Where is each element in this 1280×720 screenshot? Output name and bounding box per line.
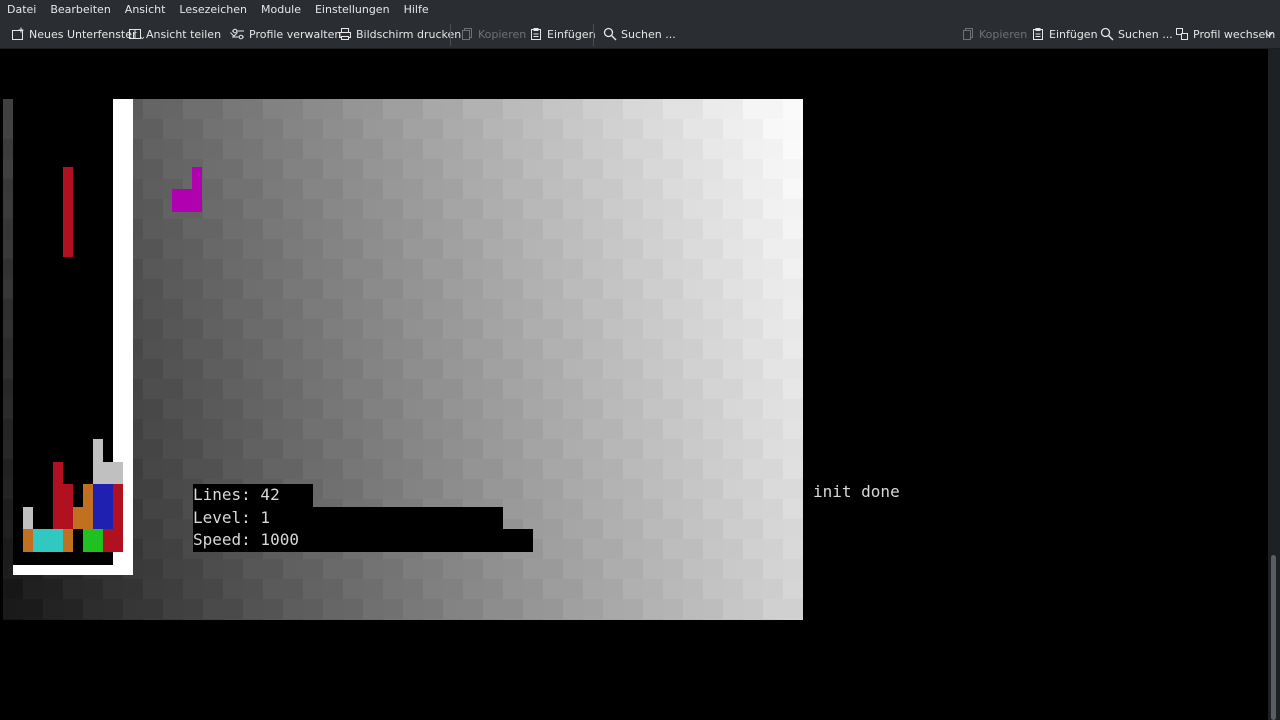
menu-ansicht[interactable]: Ansicht xyxy=(118,0,173,20)
manage-profiles-label: Profile verwalten xyxy=(249,27,342,41)
toolbar: Neues Unterfenster ⌄ Ansicht teilen Prof… xyxy=(0,20,1280,49)
scrollbar-thumb[interactable] xyxy=(1271,555,1276,720)
paste-button[interactable]: Einfügen xyxy=(529,24,596,44)
stacked-block xyxy=(83,529,103,552)
menu-einstellungen[interactable]: Einstellungen xyxy=(308,0,397,20)
new-tab-label: Neues Unterfenster xyxy=(29,27,137,41)
menu-lesezeichen[interactable]: Lesezeichen xyxy=(172,0,254,20)
speed-stat: Speed: 1000 xyxy=(193,529,533,553)
menu-bearbeiten[interactable]: Bearbeiten xyxy=(43,0,117,20)
menu-hilfe[interactable]: Hilfe xyxy=(397,0,436,20)
stacked-block xyxy=(53,484,73,507)
level-stat: Level: 1 xyxy=(193,506,503,530)
search-icon xyxy=(603,27,617,41)
stacked-block xyxy=(93,484,113,529)
menu-datei[interactable]: Datei xyxy=(0,0,43,20)
split-view-button[interactable]: Ansicht teilen xyxy=(128,24,239,44)
overflow-menu-button[interactable] xyxy=(1264,24,1274,44)
switch-profile-button[interactable]: Profil wechseln xyxy=(1175,24,1275,44)
stacked-block xyxy=(93,439,103,462)
print-screen-button[interactable]: Bildschirm drucken xyxy=(338,24,461,44)
stacked-block xyxy=(53,462,63,484)
new-tab-icon xyxy=(12,27,24,40)
print-screen-label: Bildschirm drucken xyxy=(356,27,462,41)
copy-button-right[interactable]: Kopieren xyxy=(961,24,1027,44)
new-tab-button[interactable]: Neues Unterfenster ⌄ xyxy=(11,24,146,44)
find-button-right[interactable]: Suchen ... xyxy=(1100,24,1173,44)
paste-button-right[interactable]: Einfügen xyxy=(1031,24,1098,44)
split-view-icon xyxy=(129,29,141,39)
search-icon xyxy=(1100,27,1114,41)
stacked-block xyxy=(83,484,93,507)
paste-icon xyxy=(1033,28,1043,40)
toolbar-separator xyxy=(450,24,451,46)
copy-label: Kopieren xyxy=(979,27,1028,41)
stacked-block xyxy=(93,462,123,484)
stacked-block xyxy=(53,507,73,529)
terminal-area[interactable]: Lines: 42 Level: 1 Speed: 1000 init done xyxy=(0,49,1268,720)
stacked-block xyxy=(103,529,113,552)
stacked-block xyxy=(63,529,73,552)
tetris-game-window[interactable]: Lines: 42 Level: 1 Speed: 1000 xyxy=(3,99,803,620)
status-message: init done xyxy=(813,482,900,501)
next-piece-preview xyxy=(172,189,202,212)
stacked-block xyxy=(33,529,63,552)
find-button[interactable]: Suchen ... xyxy=(603,24,676,44)
stacked-block xyxy=(23,529,33,552)
game-stats: Lines: 42 Level: 1 Speed: 1000 xyxy=(193,484,533,553)
switch-profile-label: Profil wechseln xyxy=(1193,27,1276,41)
copy-label: Kopieren xyxy=(478,27,527,41)
find-label: Suchen ... xyxy=(1118,27,1173,41)
switch-profile-icon xyxy=(1176,28,1188,40)
falling-piece xyxy=(63,167,73,257)
menu-module[interactable]: Module xyxy=(254,0,308,20)
menu-bar: Datei Bearbeiten Ansicht Lesezeichen Mod… xyxy=(0,0,1280,20)
find-label: Suchen ... xyxy=(621,27,676,41)
stacked-block xyxy=(73,507,93,529)
stacked-block xyxy=(23,507,33,529)
printer-icon xyxy=(339,28,351,40)
chevron-down-icon xyxy=(1265,32,1273,37)
stacked-block xyxy=(113,484,123,552)
paste-icon xyxy=(531,28,541,40)
manage-profiles-button[interactable]: Profile verwalten xyxy=(231,24,341,44)
copy-button[interactable]: Kopieren xyxy=(460,24,526,44)
copy-icon xyxy=(462,28,472,40)
paste-label: Einfügen xyxy=(547,27,596,41)
toolbar-separator xyxy=(593,24,594,46)
terminal-scrollbar[interactable] xyxy=(1268,49,1280,720)
profiles-icon xyxy=(232,28,244,40)
copy-icon xyxy=(963,28,973,40)
split-view-label: Ansicht teilen xyxy=(146,27,222,41)
lines-stat: Lines: 42 xyxy=(193,484,313,507)
paste-label: Einfügen xyxy=(1049,27,1098,41)
